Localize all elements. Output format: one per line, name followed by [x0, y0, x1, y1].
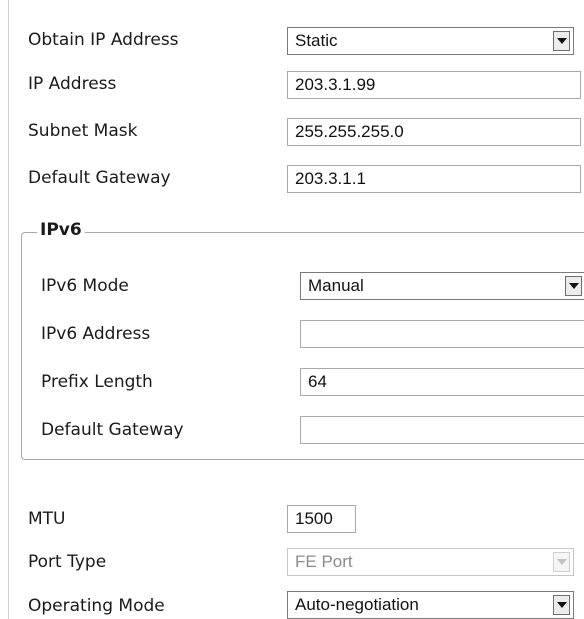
prefix-length-field[interactable]: 64: [300, 368, 584, 396]
chevron-down-icon[interactable]: [553, 595, 570, 615]
obtain-ip-value: Static: [295, 31, 338, 50]
default-gateway-label: Default Gateway: [28, 168, 171, 188]
chevron-down-icon: [553, 552, 570, 572]
mtu-field[interactable]: 1500: [287, 505, 356, 533]
panel-left-border: [8, 0, 9, 619]
ipv6-mode-select[interactable]: Manual: [300, 272, 584, 300]
port-type-value: FE Port: [295, 552, 353, 571]
ipv6-default-gateway-label: Default Gateway: [41, 420, 184, 440]
mtu-label: MTU: [28, 509, 66, 529]
operating-mode-select[interactable]: Auto-negotiation: [287, 591, 574, 619]
port-type-label: Port Type: [28, 552, 107, 572]
ip-address-field[interactable]: 203.3.1.99: [287, 71, 581, 99]
ipv6-default-gateway-field[interactable]: [300, 416, 584, 444]
ipv6-legend: IPv6: [37, 220, 85, 240]
ipv6-mode-label: IPv6 Mode: [41, 276, 129, 296]
ipv6-address-label: IPv6 Address: [41, 324, 151, 344]
prefix-length-label: Prefix Length: [41, 372, 153, 392]
chevron-down-icon[interactable]: [565, 276, 582, 296]
operating-mode-label: Operating Mode: [28, 596, 165, 616]
default-gateway-field[interactable]: 203.3.1.1: [287, 165, 581, 193]
operating-mode-value: Auto-negotiation: [295, 595, 419, 614]
obtain-ip-select[interactable]: Static: [287, 27, 574, 55]
ip-address-label: IP Address: [28, 74, 117, 94]
subnet-mask-field[interactable]: 255.255.255.0: [287, 118, 581, 146]
obtain-ip-label: Obtain IP Address: [28, 30, 179, 50]
ipv6-mode-value: Manual: [308, 276, 364, 295]
subnet-mask-label: Subnet Mask: [28, 121, 138, 141]
chevron-down-icon[interactable]: [553, 31, 570, 51]
port-type-select: FE Port: [287, 548, 574, 576]
ipv6-address-field[interactable]: [300, 320, 584, 348]
